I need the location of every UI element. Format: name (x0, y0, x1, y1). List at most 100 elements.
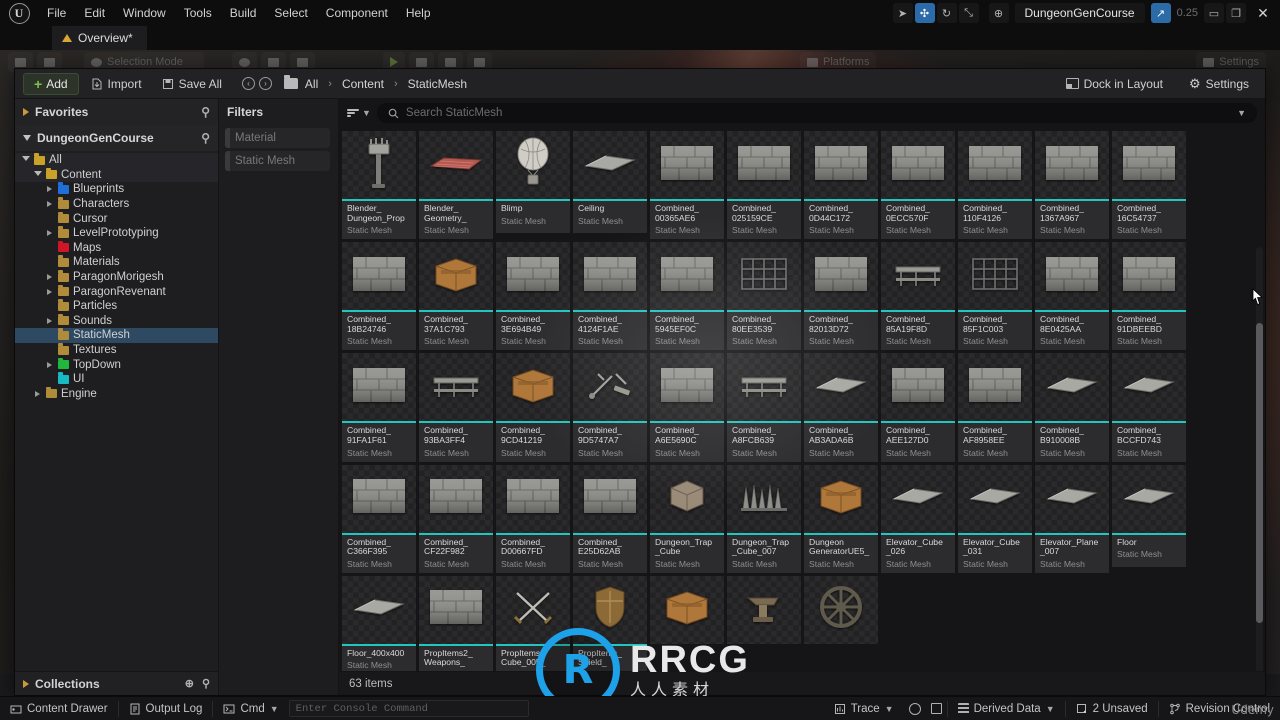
asset-thumbnail[interactable] (573, 242, 647, 311)
asset-tile[interactable]: Combined_ AB3ADA6B Static Mesh (804, 353, 878, 462)
menu-select[interactable]: Select (265, 0, 316, 26)
asset-tile[interactable]: Combined_ 025159CE Static Mesh (727, 131, 801, 240)
asset-tile[interactable]: Combined_ 1367A967 Static Mesh (1035, 131, 1109, 240)
menu-build[interactable]: Build (221, 0, 266, 26)
favorites-header[interactable]: Favorites ⚲ (15, 99, 218, 125)
asset-thumbnail[interactable] (958, 242, 1032, 311)
asset-thumbnail[interactable] (496, 464, 570, 533)
asset-thumbnail[interactable] (650, 242, 724, 311)
chevron-right-icon[interactable] (45, 230, 54, 237)
asset-thumbnail[interactable] (881, 131, 955, 199)
breadcrumb-staticmesh[interactable]: StaticMesh (405, 77, 470, 91)
asset-thumbnail[interactable] (804, 242, 878, 311)
asset-thumbnail[interactable] (881, 464, 955, 533)
asset-scrollbar-thumb[interactable] (1256, 323, 1263, 623)
tree-item-topdown[interactable]: TopDown (15, 357, 218, 372)
asset-tile[interactable]: Combined_ 82013D72 Static Mesh (804, 242, 878, 351)
back-icon[interactable]: ‹ (241, 77, 255, 90)
asset-tile[interactable]: Combined_ 93BA3FF4 Static Mesh (419, 353, 493, 462)
asset-tile[interactable]: Combined_ 91FA1F61 Static Mesh (342, 353, 416, 462)
tree-item-paragonmorigesh[interactable]: ParagonMorigesh (15, 270, 218, 285)
asset-tile[interactable]: Combined_ 00365AE6 Static Mesh (650, 131, 724, 240)
content-drawer-button[interactable]: Content Drawer (0, 697, 118, 720)
asset-tile[interactable]: Combined_ 5945EF0C Static Mesh (650, 242, 724, 351)
asset-tile[interactable]: Blender_ Dungeon_Prop Static Mesh (342, 131, 416, 240)
select-tool-icon[interactable]: ➤ (892, 3, 913, 23)
world-coordinate-icon[interactable]: ⊕ (988, 3, 1009, 23)
asset-thumbnail[interactable] (573, 353, 647, 422)
console-command-input[interactable]: Enter Console Command (288, 700, 529, 717)
asset-thumbnail[interactable] (1112, 464, 1186, 533)
add-collection-icon[interactable]: ⊕ (185, 677, 194, 690)
asset-thumbnail[interactable] (650, 464, 724, 533)
asset-thumbnail[interactable] (881, 353, 955, 422)
asset-tile[interactable]: Dungeon GeneratorUE5_ Static Mesh (804, 464, 878, 573)
move-tool-icon[interactable]: ✣ (914, 3, 935, 23)
asset-tile[interactable]: Combined_ A6E5690C Static Mesh (650, 353, 724, 462)
asset-tile[interactable]: Combined_ AEE127D0 Static Mesh (881, 353, 955, 462)
project-header[interactable]: DungeonGenCourse ⚲ (15, 125, 218, 151)
asset-tile[interactable]: Combined_ 85A19F8D Static Mesh (881, 242, 955, 351)
asset-thumbnail[interactable] (958, 353, 1032, 422)
asset-tile[interactable]: Floor_400x400 Static Mesh (342, 575, 416, 671)
asset-tile[interactable]: Combined_ 80EE3539 Static Mesh (727, 242, 801, 351)
asset-tile[interactable]: Combined_ 3E694B49 Static Mesh (496, 242, 570, 351)
asset-tile[interactable]: Combined_ 4124F1AE Static Mesh (573, 242, 647, 351)
chevron-down-icon[interactable] (21, 156, 30, 164)
asset-thumbnail[interactable] (804, 464, 878, 533)
dock-in-layout-button[interactable]: Dock in Layout (1058, 73, 1171, 95)
breadcrumb-content[interactable]: Content (339, 77, 387, 91)
asset-tile[interactable] (650, 575, 724, 671)
asset-tile[interactable]: Elevator_Plane _007 Static Mesh (1035, 464, 1109, 573)
asset-thumbnail[interactable] (573, 131, 647, 199)
trace-button[interactable]: Trace ▼ (824, 697, 904, 720)
project-name-label[interactable]: DungeonGenCourse (1014, 3, 1145, 23)
breadcrumb-all[interactable]: All (302, 77, 321, 91)
asset-tile[interactable]: Ceiling Static Mesh (573, 131, 647, 239)
tree-item-staticmesh[interactable]: StaticMesh (15, 328, 218, 343)
asset-tile[interactable]: Combined_ 91DBEEBD Static Mesh (1112, 242, 1186, 351)
tree-item-content[interactable]: Content (15, 167, 218, 183)
add-button[interactable]: + Add (23, 72, 79, 95)
asset-tile[interactable]: Dungeon_Trap _Cube_007 Static Mesh (727, 464, 801, 573)
rotate-tool-icon[interactable]: ↻ (936, 3, 957, 23)
tree-item-all[interactable]: All (15, 153, 218, 168)
asset-tile[interactable]: Combined_ 9D5747A7 Static Mesh (573, 353, 647, 462)
search-icon[interactable]: ⚲ (201, 105, 210, 119)
unsaved-button[interactable]: 2 Unsaved (1066, 697, 1158, 720)
maximize-icon[interactable]: ↗ (1150, 3, 1171, 23)
asset-thumbnail[interactable] (1112, 242, 1186, 311)
asset-thumbnail[interactable] (650, 575, 724, 644)
asset-tile[interactable]: Combined_ 0D44C172 Static Mesh (804, 131, 878, 240)
asset-tile[interactable]: Combined_ 9CD41219 Static Mesh (496, 353, 570, 462)
asset-tile[interactable]: Combined_ 8E0425AA Static Mesh (1035, 242, 1109, 351)
asset-tile[interactable]: Floor Static Mesh (1112, 464, 1186, 573)
asset-tile[interactable]: Combined_ AF8958EE Static Mesh (958, 353, 1032, 462)
chevron-down-icon[interactable] (33, 170, 42, 179)
asset-tile[interactable]: PropItems_ Cube_005_ Static Mesh (496, 575, 570, 671)
asset-thumbnail[interactable] (342, 242, 416, 311)
asset-thumbnail[interactable] (804, 575, 878, 644)
tree-item-particles[interactable]: Particles (15, 299, 218, 314)
asset-tile[interactable]: Blimp Static Mesh (496, 131, 570, 239)
asset-thumbnail[interactable] (958, 464, 1032, 533)
view-options-button[interactable]: ▼ (347, 108, 371, 118)
asset-tile[interactable]: Combined_ 16C54737 Static Mesh (1112, 131, 1186, 240)
asset-thumbnail[interactable] (1112, 353, 1186, 422)
tree-item-characters[interactable]: Characters (15, 197, 218, 212)
asset-tile[interactable]: Combined_ C366F395 Static Mesh (342, 464, 416, 573)
asset-thumbnail[interactable] (342, 131, 416, 199)
asset-tile[interactable]: Combined_ 37A1C793 Static Mesh (419, 242, 493, 351)
trace-record-button[interactable] (904, 697, 926, 720)
tab-overview[interactable]: Overview* (52, 26, 147, 50)
asset-thumbnail[interactable] (1035, 131, 1109, 199)
asset-tile[interactable]: Elevator_Cube _026 Static Mesh (881, 464, 955, 573)
asset-tile[interactable]: Combined_ A8FCB639 Static Mesh (727, 353, 801, 462)
save-all-button[interactable]: Save All (154, 73, 230, 95)
asset-tile[interactable]: Elevator_Cube _031 Static Mesh (958, 464, 1032, 573)
chevron-right-icon[interactable] (45, 201, 54, 208)
asset-thumbnail[interactable] (650, 353, 724, 422)
asset-thumbnail[interactable] (496, 575, 570, 644)
asset-thumbnail[interactable] (727, 353, 801, 422)
search-input[interactable] (405, 107, 1231, 119)
